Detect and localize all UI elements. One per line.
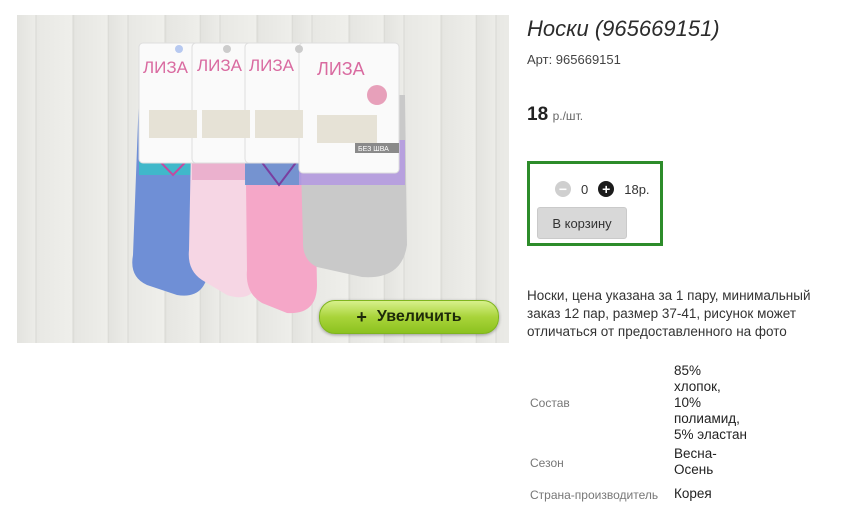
cart-box: − 0 + 18р. В корзину xyxy=(527,161,663,246)
zoom-button[interactable]: + Увеличить xyxy=(319,300,499,334)
svg-text:ЛИЗА: ЛИЗА xyxy=(197,56,243,75)
add-to-cart-button[interactable]: В корзину xyxy=(537,207,627,239)
socks-illustration: ЛИЗА ЛИЗА ЛИЗА ЛИЗА БЕЗ ШВА xyxy=(132,42,407,314)
attribute-label: Состав xyxy=(530,396,570,410)
quantity-stepper: − 0 + 18р. xyxy=(555,181,650,197)
quantity-value: 0 xyxy=(581,181,589,197)
attribute-label: Страна-производитель xyxy=(530,488,659,502)
zoom-label: Увеличить xyxy=(376,308,462,325)
attribute-value: Корея xyxy=(674,486,712,501)
product-title: Носки (965669151) xyxy=(527,16,720,41)
product-description: Носки, цена указана за 1 пару, минимальн… xyxy=(527,288,811,339)
price-value: 18 xyxy=(527,104,549,125)
price-unit: р./шт. xyxy=(552,109,584,123)
article-number: Арт: 965669151 xyxy=(527,52,621,67)
plus-icon: + xyxy=(356,306,367,327)
svg-text:БЕЗ ШВА: БЕЗ ШВА xyxy=(358,146,389,153)
svg-text:ЛИЗА: ЛИЗА xyxy=(143,58,189,77)
minus-icon[interactable]: − xyxy=(555,181,571,197)
attribute-value: 85% хлопок, 10% полиамид, 5% эластан xyxy=(674,363,747,442)
cart-total: 18р. xyxy=(624,181,650,197)
price: 18 р./шт. xyxy=(527,104,583,126)
attribute-value: Весна- Осень xyxy=(674,446,717,477)
plus-icon[interactable]: + xyxy=(598,181,615,197)
svg-text:ЛИЗА: ЛИЗА xyxy=(317,59,365,79)
product-image[interactable]: ЛИЗА ЛИЗА ЛИЗА ЛИЗА БЕЗ ШВА + Увеличить xyxy=(17,15,509,343)
attribute-label: Сезон xyxy=(530,456,564,470)
svg-text:ЛИЗА: ЛИЗА xyxy=(249,56,295,75)
